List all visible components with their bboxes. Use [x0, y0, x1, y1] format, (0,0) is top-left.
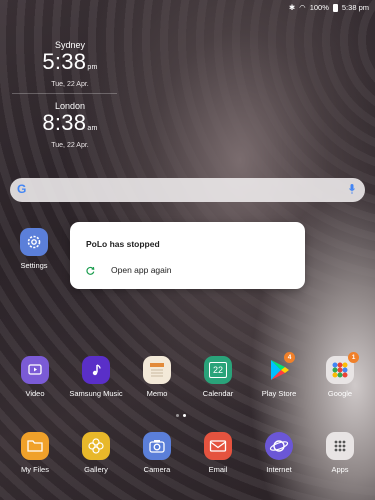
app-label: Play Store	[261, 389, 297, 398]
battery-percent: 100%	[309, 3, 329, 12]
calendar-day: 22	[209, 362, 227, 378]
google-logo-icon: G	[17, 182, 27, 196]
status-icons: ✱ ◠ 100% 5:38 pm	[289, 3, 369, 12]
app-label: Video	[25, 389, 45, 398]
app-settings[interactable]: Settings	[16, 228, 52, 270]
open-app-again-button[interactable]: Open app again	[86, 265, 172, 275]
camera-icon	[143, 432, 171, 460]
clock-ampm: pm	[87, 64, 98, 71]
app-calendar[interactable]: 22 Calendar	[186, 356, 250, 398]
app-drawer-apps[interactable]: Apps	[308, 432, 372, 474]
app-label: Memo	[146, 389, 168, 398]
status-time: 5:38 pm	[341, 3, 369, 12]
video-icon	[21, 356, 49, 384]
memo-icon	[143, 356, 171, 384]
calendar-icon: 22	[204, 356, 232, 384]
app-internet[interactable]: Internet	[247, 432, 311, 474]
dialog-title: PoLo has stopped	[86, 239, 160, 249]
gallery-flower-icon	[82, 432, 110, 460]
restart-icon	[86, 266, 95, 275]
app-google-folder[interactable]: 1 Google	[308, 352, 372, 398]
clock-date: Tue, 22 Apr.	[51, 142, 89, 149]
app-label: Google	[327, 389, 353, 398]
app-memo[interactable]: Memo	[125, 356, 189, 398]
page-dot	[176, 414, 179, 417]
clock-ampm: am	[87, 125, 98, 132]
app-label: Email	[208, 465, 228, 474]
settings-gear-icon	[20, 228, 48, 256]
app-samsung-music[interactable]: Samsung Music	[64, 356, 128, 398]
clock-divider	[12, 93, 117, 94]
apps-grid-icon	[326, 432, 354, 460]
notification-badge: 1	[348, 352, 359, 363]
music-note-icon	[82, 356, 110, 384]
google-folder-icon: 1	[326, 352, 359, 384]
clock-time: 5:38pm	[42, 49, 98, 74]
microphone-icon[interactable]	[349, 184, 355, 194]
app-label: Samsung Music	[69, 389, 123, 398]
app-camera[interactable]: Camera	[125, 432, 189, 474]
clock-date: Tue, 22 Apr.	[51, 81, 89, 88]
status-bar: ✱ ◠ 100% 5:38 pm	[0, 0, 375, 14]
app-label: Camera	[143, 465, 171, 474]
battery-icon	[332, 3, 338, 12]
notification-badge: 4	[284, 352, 295, 363]
app-my-files[interactable]: My Files	[3, 432, 67, 474]
app-email[interactable]: Email	[186, 432, 250, 474]
app-video[interactable]: Video	[3, 356, 67, 398]
open-app-again-label: Open app again	[111, 265, 172, 275]
app-gallery[interactable]: Gallery	[64, 432, 128, 474]
app-label: My Files	[21, 465, 49, 474]
folder-icon	[21, 432, 49, 460]
app-label: Settings	[20, 261, 48, 270]
app-play-store[interactable]: 4 Play Store	[247, 352, 311, 398]
clock-london[interactable]: London 8:38am Tue, 22 Apr.	[20, 101, 120, 149]
google-search-bar[interactable]: G	[10, 178, 365, 202]
wifi-icon: ◠	[299, 3, 306, 12]
page-indicator[interactable]	[176, 414, 186, 417]
clock-sydney[interactable]: Sydney 5:38pm Tue, 22 Apr.	[20, 40, 120, 88]
app-label: Calendar	[202, 389, 234, 398]
clock-time: 8:38am	[42, 110, 98, 135]
app-label: Gallery	[84, 465, 108, 474]
app-stopped-dialog: PoLo has stopped Open app again	[70, 222, 305, 289]
app-label: Internet	[266, 465, 292, 474]
envelope-icon	[204, 432, 232, 460]
play-store-icon: 4	[265, 352, 295, 384]
internet-planet-icon	[265, 432, 293, 460]
bluetooth-icon: ✱	[288, 3, 296, 12]
app-label: Apps	[331, 465, 349, 474]
page-dot-active	[183, 414, 186, 417]
